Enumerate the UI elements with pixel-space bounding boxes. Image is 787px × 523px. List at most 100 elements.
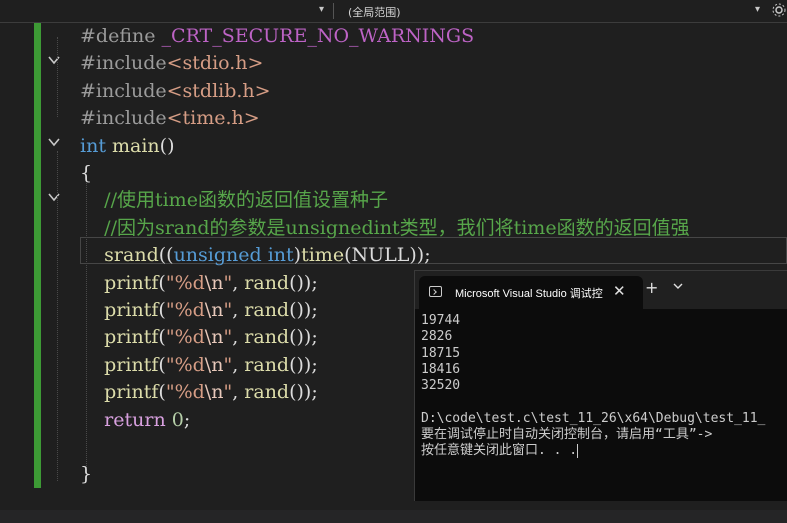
divider (333, 3, 334, 19)
chevron-down-icon[interactable] (673, 282, 683, 293)
code-token: main (112, 134, 160, 157)
code-token: <stdio.h> (166, 52, 264, 75)
code-token: ()); (289, 271, 318, 294)
settings-icon[interactable] (772, 3, 787, 19)
code-token: ; (183, 408, 191, 431)
code-token: printf (104, 353, 159, 376)
code-token: rand (244, 353, 290, 376)
code-token: rand (244, 381, 290, 404)
code-token: "%d (165, 271, 205, 294)
code-token: (NULL)); (344, 244, 431, 267)
debug-console-window[interactable]: Microsoft Visual Studio 调试控 ✕ + 19744 28… (414, 270, 787, 501)
code-token: rand (244, 299, 290, 321)
code-token: ( (158, 299, 166, 321)
code-token: , (232, 299, 245, 321)
code-line: int main() (80, 133, 175, 160)
code-line: //使用time函数的返回值设置种子 (80, 187, 388, 214)
close-icon[interactable]: ✕ (613, 282, 626, 300)
code-line: srand((unsigned int)time(NULL)); (80, 242, 431, 269)
code-token: \n (204, 353, 224, 376)
code-token: //使用time函数的返回值设置种子 (104, 189, 388, 212)
code-token: //因为srand的参数是unsignedint类型，我们将time函数的返回值… (104, 216, 690, 239)
console-prompt-text: 按任意键关闭此窗口. . . (421, 443, 578, 459)
code-token: ()); (289, 353, 318, 376)
code-token: unsigned int (173, 244, 294, 267)
code-line: printf("%d\n", rand()); (80, 324, 318, 351)
code-token: " (223, 271, 233, 294)
code-line: } (80, 461, 92, 488)
console-line: 18416 (421, 361, 461, 377)
code-token: " (223, 299, 233, 321)
code-line: return 0; (80, 407, 190, 434)
console-line: 19744 (421, 313, 461, 328)
fold-chevron-icon[interactable] (47, 135, 61, 149)
code-token: , (232, 353, 245, 376)
code-token: ( (158, 353, 166, 376)
project-dropdown[interactable]: ▾ (0, 0, 330, 22)
console-tab[interactable]: Microsoft Visual Studio 调试控 ✕ (419, 276, 643, 309)
code-token: " (223, 326, 233, 349)
code-token: " (223, 353, 233, 376)
fold-chevron-icon[interactable] (47, 190, 61, 204)
chevron-down-icon: ▾ (754, 4, 760, 15)
code-token: <stdlib.h> (166, 79, 271, 102)
code-token: , (232, 326, 245, 349)
fold-guide (57, 37, 58, 117)
code-token: <time.h> (166, 107, 260, 130)
code-token: int (80, 134, 106, 157)
code-token: "%d (165, 299, 205, 321)
code-token: #define (80, 25, 162, 47)
code-token: \n (204, 381, 224, 404)
code-token: ( (158, 326, 166, 349)
code-token: \n (204, 299, 224, 321)
code-token: time (301, 244, 345, 267)
console-line: D:\code\test.c\test_11_26\x64\Debug\test… (421, 410, 766, 426)
console-line: 按任意键关闭此窗口. . . (421, 443, 787, 459)
code-token: "%d (165, 381, 205, 404)
code-token: "%d (165, 353, 205, 376)
console-titlebar: Microsoft Visual Studio 调试控 ✕ + (415, 271, 787, 309)
scope-dropdown[interactable]: (全局范围) ▾ (340, 0, 770, 22)
change-tracking-bar (34, 23, 41, 488)
terminal-icon (429, 286, 442, 297)
code-line: #include<stdlib.h> (80, 78, 271, 105)
console-output: 19744 2826 18715 18416 32520 D:\code\tes… (421, 313, 787, 460)
code-token: #include (80, 52, 167, 75)
code-token: ()); (289, 381, 318, 404)
code-line: #include<stdio.h> (80, 50, 263, 77)
horizontal-scrollbar[interactable] (0, 510, 787, 523)
code-token: srand (104, 244, 159, 267)
console-line: 18715 (421, 345, 461, 361)
console-tab-title: Microsoft Visual Studio 调试控 (455, 288, 603, 300)
code-token: \n (204, 326, 224, 349)
text-cursor (577, 443, 579, 458)
code-line: //因为srand的参数是unsignedint类型，我们将time函数的返回值… (80, 215, 690, 242)
scope-label: (全局范围) (348, 6, 401, 19)
code-token: printf (104, 299, 159, 321)
code-token: ( (158, 381, 166, 404)
code-token: ) (293, 244, 302, 267)
code-token: \n (204, 271, 224, 294)
code-token: { (80, 162, 93, 184)
code-token: _CRT_SECURE_NO_WARNINGS (161, 25, 475, 47)
new-tab-button[interactable]: + (645, 280, 658, 296)
code-token: printf (104, 381, 159, 404)
code-token: ( (158, 271, 166, 294)
code-token: printf (104, 271, 159, 294)
code-line: printf("%d\n", rand()); (80, 379, 318, 406)
code-token: 0 (171, 408, 184, 431)
navigation-bar: ▾ (全局范围) ▾ (0, 0, 787, 23)
fold-chevron-icon[interactable] (47, 53, 61, 67)
code-token: printf (104, 326, 159, 349)
code-token: , (232, 271, 245, 294)
